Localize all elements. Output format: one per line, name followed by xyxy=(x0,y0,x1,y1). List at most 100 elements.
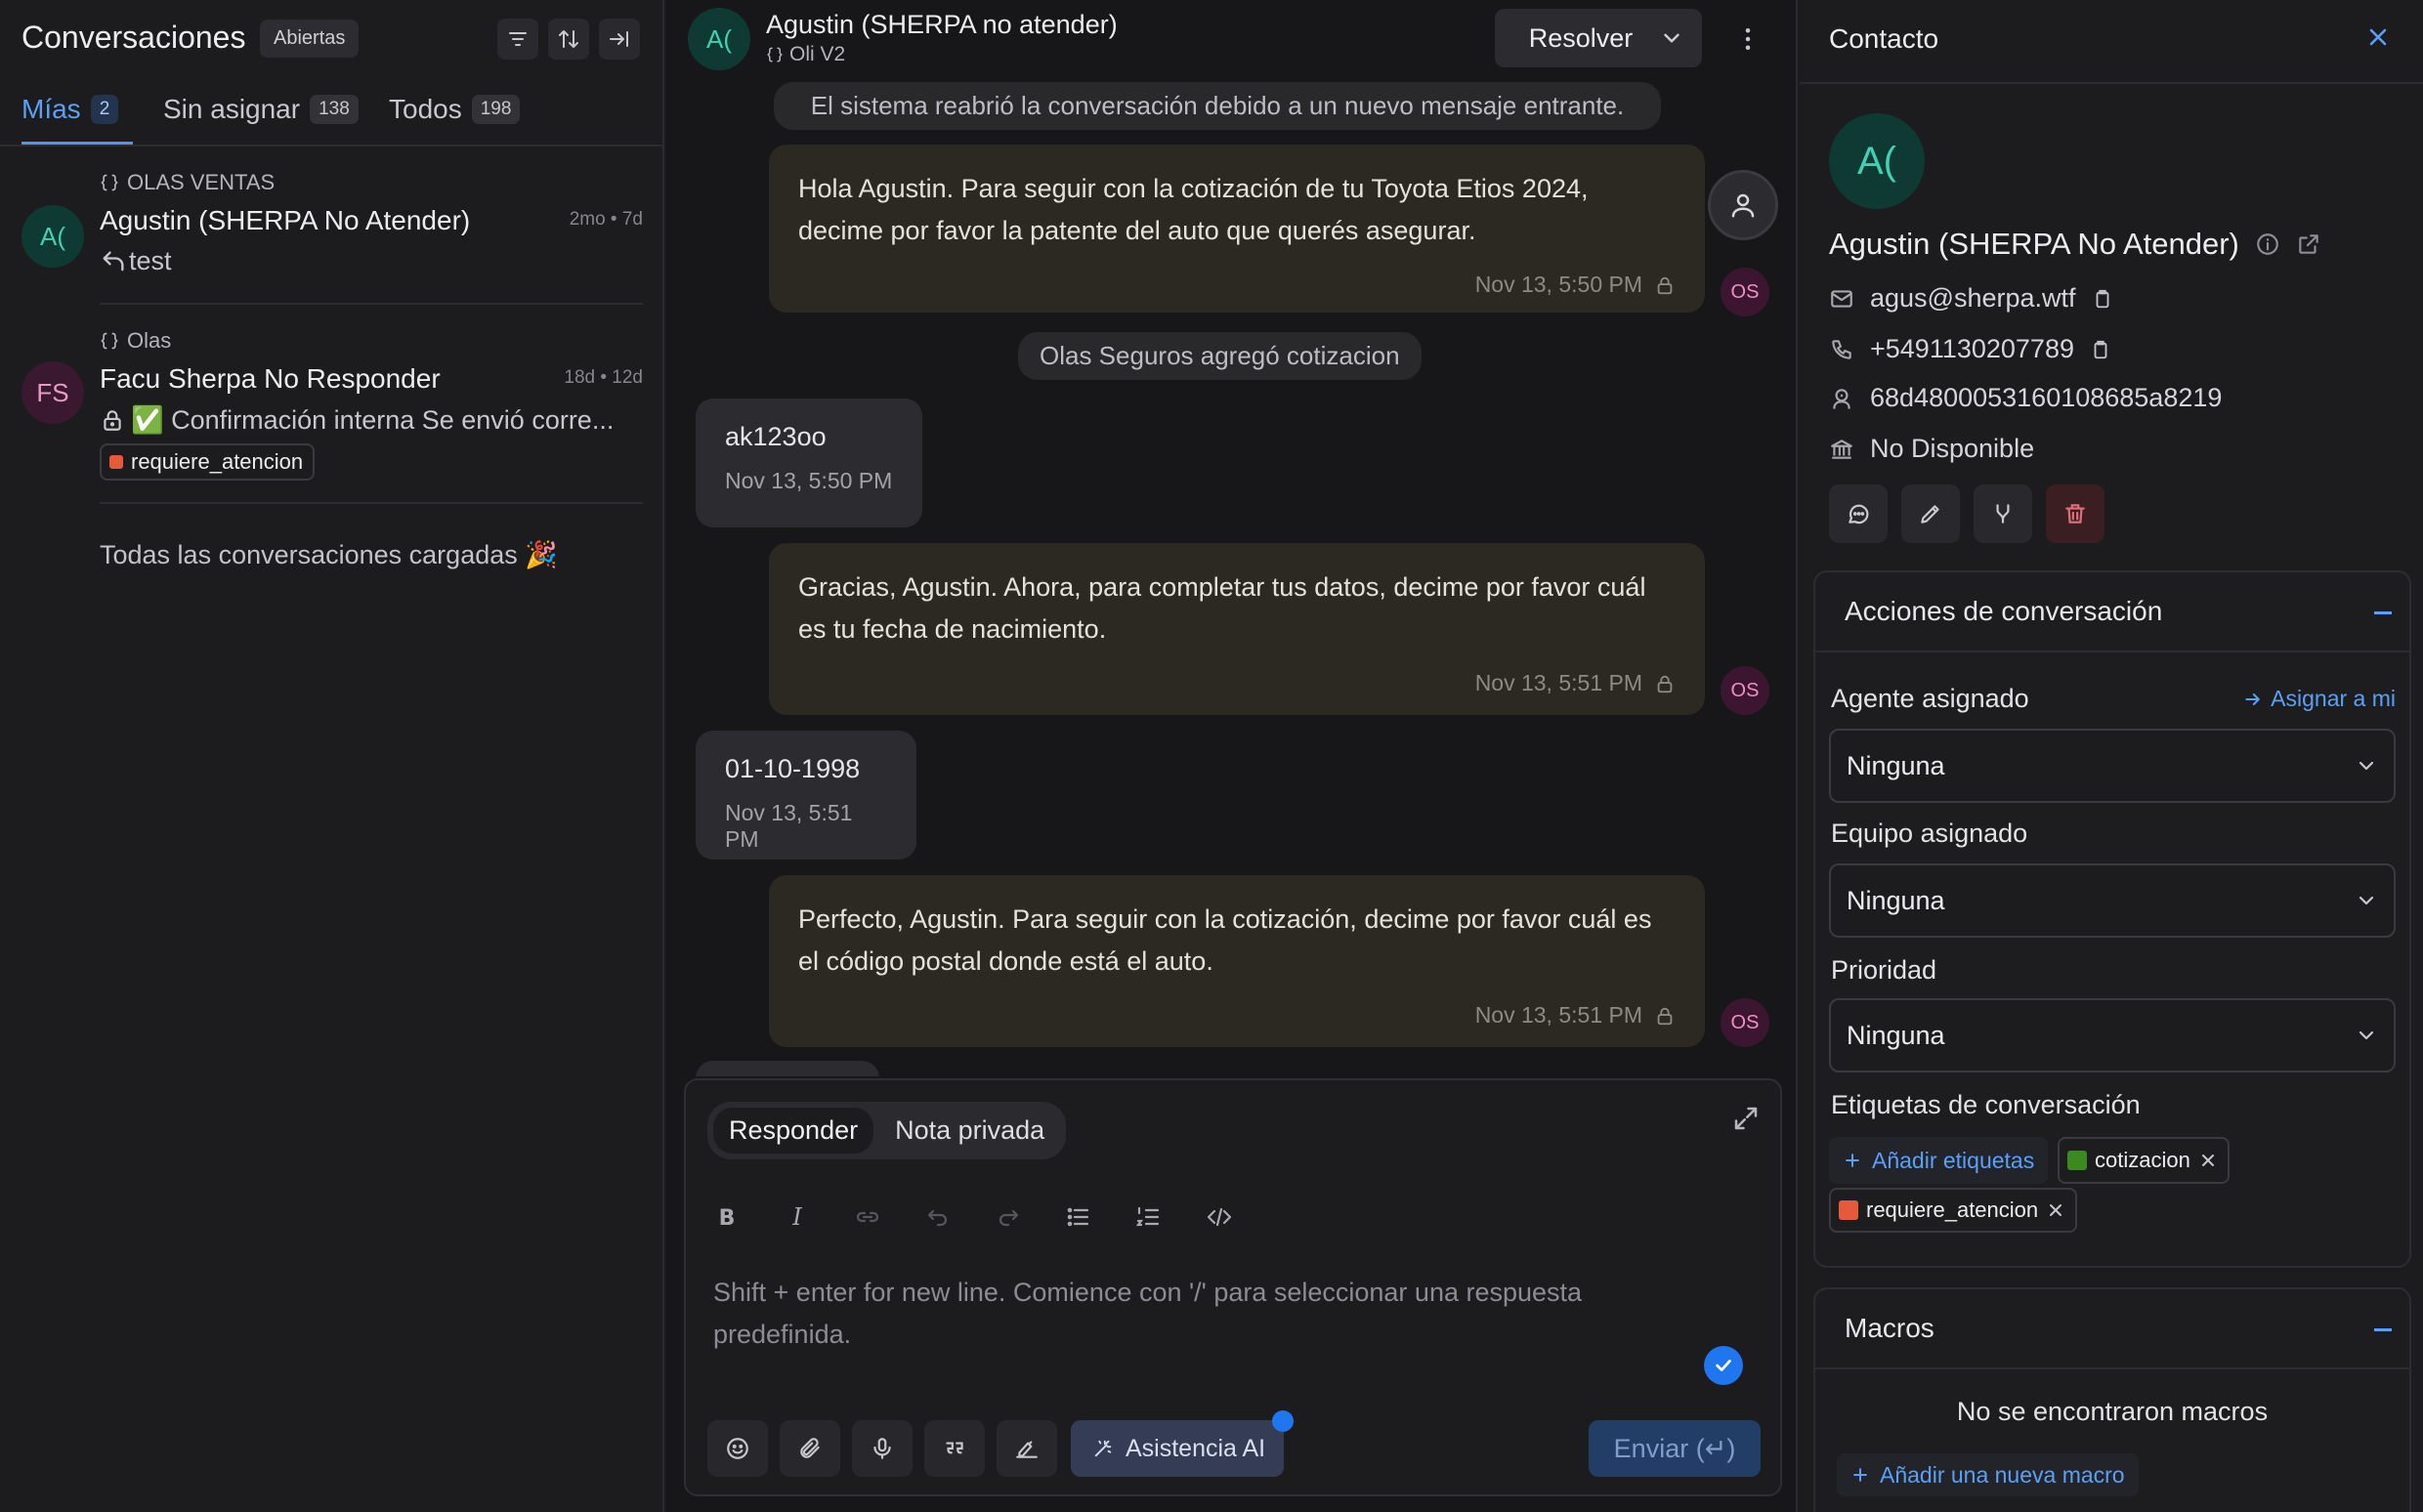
contact-identifier: 68d4800053160108685a8219 xyxy=(1870,383,2223,412)
conversation-item[interactable]: A( OLAS VENTAS Agustin (SHERPA No Atende… xyxy=(0,156,664,303)
braces-icon xyxy=(766,46,784,63)
tab-todos[interactable]: Todos 198 xyxy=(389,94,521,125)
svg-text:B: B xyxy=(719,1206,736,1231)
bank-icon xyxy=(1829,437,1854,462)
contact-email[interactable]: agus@sherpa.wtf xyxy=(1870,283,2076,314)
conversation-label: requiere_atencion xyxy=(100,443,316,481)
delete-contact-button[interactable] xyxy=(2046,484,2104,543)
redo-button[interactable] xyxy=(989,1197,1028,1237)
close-icon[interactable] xyxy=(2046,1200,2065,1220)
assign-to-me-link[interactable]: Asignar a mi xyxy=(2243,686,2396,712)
copy-icon[interactable] xyxy=(2090,339,2111,360)
signature-icon xyxy=(1014,1436,1040,1461)
team-select[interactable]: Ninguna xyxy=(1829,863,2396,938)
chevron-down-icon xyxy=(2355,754,2378,777)
sort-button[interactable] xyxy=(548,19,589,60)
contact-panel-title: Contacto xyxy=(1829,23,1939,54)
divider xyxy=(0,145,664,147)
agent-select[interactable]: Ninguna xyxy=(1829,729,2396,803)
expand-icon[interactable] xyxy=(1731,1104,1761,1133)
messages-area[interactable]: El sistema reabrió la conversación debid… xyxy=(666,80,1796,1076)
conversation-time: 18d • 12d xyxy=(564,367,643,388)
grammar-check-badge[interactable] xyxy=(1704,1346,1743,1385)
attach-button[interactable] xyxy=(780,1420,840,1477)
ai-assist-button[interactable]: Asistencia AI xyxy=(1071,1420,1284,1477)
collapse-icon[interactable] xyxy=(2374,1328,2392,1331)
bullet-list-button[interactable] xyxy=(1059,1197,1098,1237)
new-message-button[interactable] xyxy=(1829,484,1888,543)
tab-mias[interactable]: Mías 2 xyxy=(21,94,119,125)
lock-icon xyxy=(100,407,125,433)
user-icon xyxy=(1728,190,1758,220)
add-macro-button[interactable]: Añadir una nueva macro xyxy=(1837,1453,2139,1496)
microphone-icon xyxy=(870,1436,895,1461)
bold-button[interactable]: B xyxy=(707,1197,746,1237)
signature-button[interactable] xyxy=(997,1420,1057,1477)
tab-label: Mías xyxy=(21,94,81,124)
external-link-icon[interactable] xyxy=(2296,231,2321,257)
resolve-button[interactable]: Resolver xyxy=(1495,23,1659,54)
arrow-right-icon xyxy=(2243,690,2263,709)
add-labels-button[interactable]: Añadir etiquetas xyxy=(1829,1137,2049,1184)
divider xyxy=(1800,82,2423,84)
copy-icon[interactable] xyxy=(2092,288,2113,310)
label-color xyxy=(109,455,123,469)
status-filter-badge[interactable]: Abiertas xyxy=(260,20,360,58)
incoming-message-partial xyxy=(696,1061,879,1076)
agent-label: Agente asignado xyxy=(1831,684,2029,713)
add-macro-label: Añadir una nueva macro xyxy=(1880,1461,2125,1488)
private-note-mode-button[interactable]: Nota privada xyxy=(879,1108,1060,1154)
tab-count: 198 xyxy=(471,95,521,124)
check-icon xyxy=(1713,1355,1734,1376)
contact-email-row: agus@sherpa.wtf xyxy=(1829,283,2113,314)
message-text: Hola Agustin. Para seguir con la cotizac… xyxy=(798,174,1589,245)
reply-composer: Responder Nota privada B I Shift + enter… xyxy=(684,1078,1782,1496)
quote-button[interactable] xyxy=(924,1420,985,1477)
outgoing-message: Perfecto, Agustin. Para seguir con la co… xyxy=(769,875,1705,1047)
filter-button[interactable] xyxy=(497,19,538,60)
header-avatar: A( xyxy=(688,8,750,70)
edit-contact-button[interactable] xyxy=(1901,484,1960,543)
contact-name: Facu Sherpa No Responder xyxy=(100,363,441,394)
contact-identifier-row: 68d4800053160108685a8219 xyxy=(1829,383,2222,413)
code-button[interactable] xyxy=(1200,1197,1239,1237)
inbox-label: Olas xyxy=(127,328,172,353)
message-input[interactable]: Shift + enter for new line. Comience con… xyxy=(713,1272,1671,1356)
message-text: 01-10-1998 xyxy=(725,754,861,783)
priority-select[interactable]: Ninguna xyxy=(1829,998,2396,1072)
link-button[interactable] xyxy=(848,1197,887,1237)
audio-button[interactable] xyxy=(852,1420,913,1477)
undo-button[interactable] xyxy=(918,1197,957,1237)
preview-text: test xyxy=(129,246,172,275)
braces-icon xyxy=(100,173,119,192)
info-icon[interactable] xyxy=(2255,231,2280,257)
italic-button[interactable]: I xyxy=(778,1197,817,1237)
more-vertical-icon[interactable] xyxy=(1733,24,1763,54)
reply-mode-button[interactable]: Responder xyxy=(713,1108,874,1154)
collapse-panel-button[interactable] xyxy=(599,19,640,60)
tab-sin-asignar[interactable]: Sin asignar 138 xyxy=(163,94,359,125)
collapse-icon[interactable] xyxy=(2374,611,2392,614)
add-labels-label: Añadir etiquetas xyxy=(1872,1147,2035,1173)
message-time: Nov 13, 5:51 PM xyxy=(1474,670,1642,695)
team-value: Ninguna xyxy=(1847,885,1945,915)
contact-company: No Disponible xyxy=(1870,434,2035,463)
contact-profile-button[interactable] xyxy=(1708,170,1778,240)
chevron-down-icon[interactable] xyxy=(1659,25,1684,51)
emoji-button[interactable] xyxy=(707,1420,768,1477)
message-meta: Nov 13, 5:50 PM xyxy=(798,264,1676,306)
message-preview: test xyxy=(100,246,172,276)
filter-icon xyxy=(506,27,530,51)
agent-avatar: OS xyxy=(1721,268,1769,316)
label-color xyxy=(2067,1151,2087,1170)
send-button[interactable]: Enviar (↵) xyxy=(1589,1420,1761,1477)
close-icon[interactable] xyxy=(2364,23,2392,51)
header-contact-name[interactable]: Agustin (SHERPA no atender) xyxy=(766,10,1118,40)
merge-contact-button[interactable] xyxy=(1974,484,2032,543)
lock-icon xyxy=(1654,1005,1676,1027)
resolve-button-group: Resolver xyxy=(1495,9,1702,67)
conversation-item[interactable]: FS Olas Facu Sherpa No Responder 18d • 1… xyxy=(0,315,664,490)
close-icon[interactable] xyxy=(2198,1151,2218,1170)
contact-phone[interactable]: +5491130207789 xyxy=(1870,334,2074,364)
numbered-list-button[interactable] xyxy=(1129,1197,1169,1237)
